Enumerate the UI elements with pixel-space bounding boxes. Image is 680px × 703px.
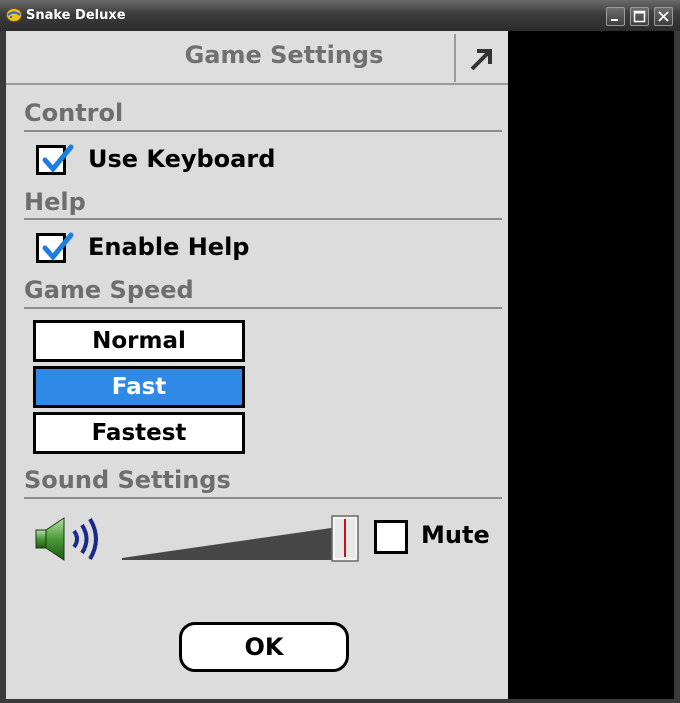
expand-button[interactable] bbox=[454, 34, 506, 82]
section-control-heading: Control bbox=[24, 99, 124, 127]
section-speed-heading: Game Speed bbox=[24, 276, 194, 304]
close-icon bbox=[658, 11, 669, 22]
checkmark-icon bbox=[42, 144, 74, 173]
divider bbox=[24, 218, 502, 220]
minimize-button[interactable] bbox=[606, 7, 625, 26]
title-bar[interactable]: Snake Deluxe bbox=[0, 0, 680, 31]
close-button[interactable] bbox=[654, 7, 673, 26]
app-window: Snake Deluxe Game Settings Control Use K… bbox=[0, 0, 680, 703]
divider bbox=[24, 307, 502, 309]
minimize-icon bbox=[611, 19, 618, 21]
use-keyboard-checkbox[interactable] bbox=[36, 144, 74, 175]
maximize-icon bbox=[633, 10, 646, 23]
checkmark-icon bbox=[42, 232, 74, 261]
enable-help-checkbox[interactable] bbox=[36, 232, 74, 263]
expand-arrow-icon bbox=[470, 49, 492, 71]
window-title: Snake Deluxe bbox=[26, 8, 126, 23]
volume-slider[interactable] bbox=[120, 515, 360, 563]
maximize-button[interactable] bbox=[630, 7, 649, 26]
settings-header: Game Settings bbox=[6, 31, 508, 85]
speaker-icon[interactable] bbox=[34, 515, 106, 563]
mute-label: Mute bbox=[421, 521, 490, 549]
settings-panel: Game Settings Control Use Keyboard Help bbox=[6, 31, 508, 699]
speed-normal-button[interactable]: Normal bbox=[33, 320, 245, 362]
speed-fastest-button[interactable]: Fastest bbox=[33, 412, 245, 454]
ok-button[interactable]: OK bbox=[179, 622, 349, 672]
enable-help-label: Enable Help bbox=[88, 233, 250, 261]
divider bbox=[24, 497, 502, 499]
section-help-heading: Help bbox=[24, 188, 86, 216]
section-sound-heading: Sound Settings bbox=[24, 466, 231, 494]
use-keyboard-label: Use Keyboard bbox=[88, 145, 276, 173]
speed-fast-button[interactable]: Fast bbox=[33, 366, 245, 408]
volume-thumb bbox=[331, 515, 359, 562]
game-area bbox=[508, 31, 674, 699]
snake-app-icon bbox=[6, 8, 22, 22]
mute-checkbox[interactable] bbox=[374, 520, 408, 554]
volume-track bbox=[122, 527, 338, 560]
divider bbox=[24, 130, 502, 132]
